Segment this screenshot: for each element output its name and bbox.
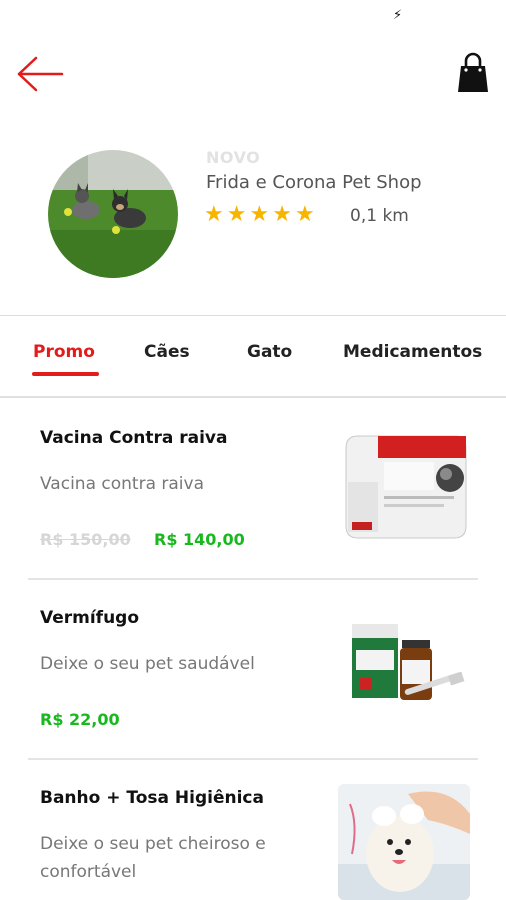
store-name: Frida e Corona Pet Shop xyxy=(206,172,422,193)
shopping-bag-icon xyxy=(458,52,488,92)
tab-medicamentos[interactable]: Medicamentos xyxy=(343,342,482,362)
tab-promo[interactable]: Promo xyxy=(33,342,95,362)
product-title: Vacina Contra raiva xyxy=(40,428,228,448)
product-image xyxy=(338,784,470,900)
back-button[interactable] xyxy=(16,54,64,94)
store-new-badge: NOVO xyxy=(206,148,261,167)
product-description: Vacina contra raiva xyxy=(40,474,204,494)
star-icon: ★ xyxy=(294,202,315,227)
arrow-left-icon xyxy=(17,56,64,92)
tab-caes[interactable]: Cães xyxy=(144,342,190,362)
product-card[interactable]: Banho + Tosa Higiênica Deixe o seu pet c… xyxy=(0,760,506,900)
active-tab-indicator xyxy=(32,372,99,376)
top-bar xyxy=(0,48,506,100)
star-icon: ★ xyxy=(204,202,224,227)
product-title: Vermífugo xyxy=(40,608,140,628)
lightning-icon: ⚡ xyxy=(393,8,403,23)
product-description: Deixe o seu pet saudável xyxy=(40,654,255,674)
store-distance: 0,1 km xyxy=(350,206,409,226)
product-title: Banho + Tosa Higiênica xyxy=(40,788,264,808)
store-avatar xyxy=(48,150,178,278)
star-icon: ★ xyxy=(249,202,270,227)
store-rating: ★ ★ ★ ★ ★ xyxy=(204,204,315,226)
store-header: NOVO Frida e Corona Pet Shop ★ ★ ★ ★ ★ 0… xyxy=(0,148,506,288)
cart-button[interactable] xyxy=(456,52,490,94)
star-icon: ★ xyxy=(272,202,292,227)
product-price: R$ 22,00 xyxy=(40,710,120,729)
product-image xyxy=(338,610,470,730)
tab-gato[interactable]: Gato xyxy=(247,342,292,362)
product-card[interactable]: Vacina Contra raiva Vacina contra raiva … xyxy=(0,400,506,580)
category-tabs: Promo Cães Gato Medicamentos xyxy=(0,316,506,396)
star-icon: ★ xyxy=(226,202,247,227)
status-bar: ⚡ xyxy=(0,0,506,36)
product-image xyxy=(338,422,470,542)
product-description: Deixe o seu pet cheiroso e confortável xyxy=(40,834,266,882)
product-old-price: R$ 150,00 xyxy=(40,530,131,549)
product-card[interactable]: Vermífugo Deixe o seu pet saudável R$ 22… xyxy=(0,580,506,760)
divider xyxy=(0,396,506,398)
product-price: R$ 140,00 xyxy=(154,530,245,549)
